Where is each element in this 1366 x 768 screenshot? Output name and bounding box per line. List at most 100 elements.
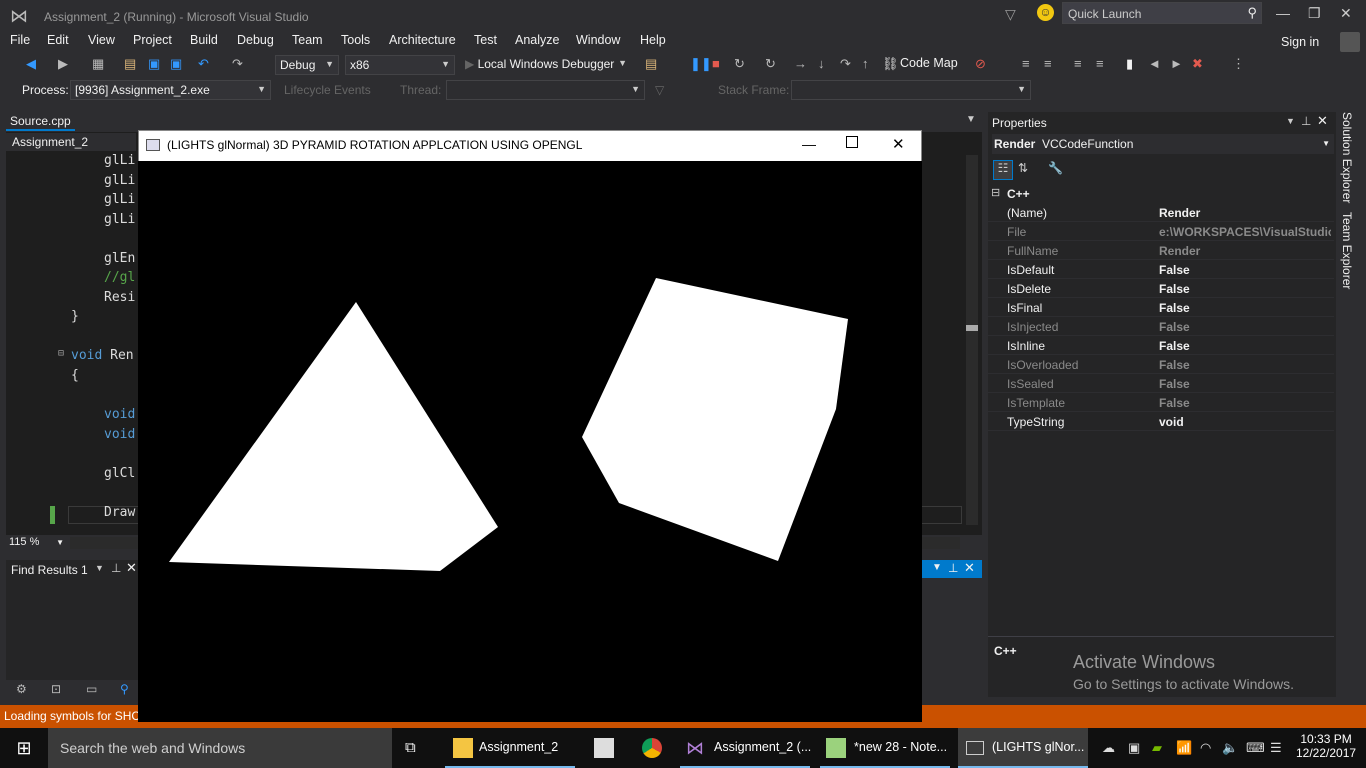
- pause-icon[interactable]: ❚❚: [690, 56, 712, 72]
- close-icon[interactable]: ✕: [1340, 5, 1352, 22]
- dropdown-icon[interactable]: ▼: [95, 563, 104, 573]
- sign-in-link[interactable]: Sign in: [1281, 35, 1319, 49]
- start-debugger-button[interactable]: ▶ Local Windows Debugger ▼: [461, 55, 631, 75]
- open-file-icon[interactable]: ▤: [124, 56, 136, 72]
- attach-icon[interactable]: ▤: [645, 56, 657, 72]
- step-out-icon[interactable]: ↑: [862, 56, 869, 71]
- exception-settings-icon[interactable]: ⊘: [975, 56, 986, 72]
- code-map-icon[interactable]: ⛓: [882, 56, 899, 72]
- menu-edit[interactable]: Edit: [47, 33, 69, 47]
- save-icon[interactable]: ▣: [148, 56, 160, 72]
- task-view-icon[interactable]: ⧉: [405, 739, 416, 756]
- solution-config-select[interactable]: Debug ▼: [275, 55, 339, 75]
- action-center-icon[interactable]: ☰: [1270, 740, 1282, 756]
- clock[interactable]: 10:33 PM 12/22/2017: [1296, 732, 1356, 760]
- property-row[interactable]: IsSealed False: [988, 374, 1334, 393]
- indent-icon[interactable]: ≡: [1074, 56, 1082, 71]
- menu-architecture[interactable]: Architecture: [389, 33, 456, 47]
- dropdown-icon[interactable]: ▼: [932, 562, 942, 573]
- refresh-icon[interactable]: ↻: [765, 56, 776, 72]
- collapse-icon[interactable]: ⊟: [58, 348, 64, 359]
- pin-icon[interactable]: ⊥: [948, 561, 958, 575]
- step-into-icon[interactable]: ↓: [818, 56, 825, 71]
- input-icon[interactable]: ⌨: [1246, 740, 1265, 756]
- feedback-filter-icon[interactable]: ▽: [1005, 6, 1016, 23]
- find-tab-icon[interactable]: ⚙: [16, 682, 27, 696]
- scrollbar-thumb[interactable]: [966, 325, 978, 331]
- property-row[interactable]: IsFinal False: [988, 298, 1334, 317]
- property-row[interactable]: File e:\WORKSPACES\VisualStudio1: [988, 222, 1334, 241]
- prev-bookmark-icon[interactable]: ◄: [1148, 56, 1161, 71]
- network-icon[interactable]: 📶: [1176, 740, 1192, 756]
- lifecycle-events-button[interactable]: Lifecycle Events: [284, 83, 371, 97]
- taskbar-item-explorer[interactable]: Assignment_2: [445, 728, 575, 768]
- bookmarks-tab-icon[interactable]: ⊡: [51, 682, 61, 696]
- property-row[interactable]: (Name) Render: [988, 203, 1334, 222]
- save-all-icon[interactable]: ▣: [170, 56, 182, 72]
- taskbar-item-visual-studio[interactable]: ⋈ Assignment_2 (...: [680, 728, 811, 768]
- uncomment-icon[interactable]: ≡: [1044, 56, 1052, 71]
- close-panel-icon[interactable]: ✕: [1317, 113, 1328, 129]
- project-navigation-bar[interactable]: Assignment_2: [6, 133, 136, 151]
- comment-icon[interactable]: ≡: [1022, 56, 1030, 71]
- redo-icon[interactable]: ↷: [232, 56, 243, 72]
- bookmark-icon[interactable]: ▮: [1126, 56, 1133, 72]
- clear-bookmarks-icon[interactable]: ✖: [1192, 56, 1203, 72]
- pin-icon[interactable]: ⊥: [111, 561, 121, 575]
- windows-start-icon[interactable]: ⊞: [0, 728, 48, 768]
- show-next-statement-icon[interactable]: →: [794, 56, 807, 71]
- wifi-icon[interactable]: ◠: [1200, 740, 1211, 756]
- property-row[interactable]: IsTemplate False: [988, 393, 1334, 412]
- categorized-icon[interactable]: ☷: [993, 160, 1013, 180]
- opengl-canvas[interactable]: [138, 161, 922, 722]
- pin-icon[interactable]: ⊥: [1301, 114, 1311, 128]
- stop-icon[interactable]: ■: [712, 56, 720, 71]
- restore-icon[interactable]: ❐: [1308, 5, 1321, 22]
- forward-icon[interactable]: ▶: [58, 56, 68, 72]
- gl-minimize-icon[interactable]: —: [802, 136, 816, 152]
- gl-close-icon[interactable]: ✕: [892, 135, 905, 153]
- back-icon[interactable]: ◀: [26, 56, 36, 72]
- menu-tools[interactable]: Tools: [341, 33, 370, 47]
- nvidia-icon[interactable]: ▰: [1152, 740, 1162, 756]
- chrome-icon[interactable]: [642, 738, 662, 758]
- property-row[interactable]: TypeString void: [988, 412, 1334, 431]
- object-select[interactable]: Render VCCodeFunction ▼: [992, 134, 1334, 154]
- menu-team[interactable]: Team: [292, 33, 323, 47]
- restart-icon[interactable]: ↻: [734, 56, 745, 72]
- menu-analyze[interactable]: Analyze: [515, 33, 559, 47]
- tab-dropdown-icon[interactable]: ▼: [966, 114, 976, 125]
- zoom-select[interactable]: 115 % ▼: [6, 535, 66, 551]
- onedrive-icon[interactable]: ☁: [1102, 740, 1115, 756]
- tab-source-cpp[interactable]: Source.cpp: [6, 113, 75, 131]
- menu-build[interactable]: Build: [190, 33, 218, 47]
- taskbar-item-notepad[interactable]: *new 28 - Note...: [820, 728, 950, 768]
- filter-icon[interactable]: ▽: [655, 83, 664, 97]
- platform-select[interactable]: x86 ▼: [345, 55, 455, 75]
- feedback-smiley-icon[interactable]: ☺: [1037, 4, 1054, 21]
- search-tab-icon[interactable]: ⚲: [120, 682, 129, 696]
- property-row[interactable]: FullName Render: [988, 241, 1334, 260]
- property-row[interactable]: IsDefault False: [988, 260, 1334, 279]
- menu-window[interactable]: Window: [576, 33, 620, 47]
- code-map-button[interactable]: Code Map: [900, 56, 958, 70]
- volume-icon[interactable]: 🔈: [1222, 740, 1238, 756]
- close-panel-icon[interactable]: ✕: [964, 560, 975, 576]
- property-row[interactable]: IsInline False: [988, 336, 1334, 355]
- process-select[interactable]: [9936] Assignment_2.exe ▼: [70, 80, 271, 100]
- stack-frame-select[interactable]: ▼: [791, 80, 1031, 100]
- outdent-icon[interactable]: ≡: [1096, 56, 1104, 71]
- dropdown-icon[interactable]: ▼: [1286, 116, 1295, 126]
- menu-project[interactable]: Project: [133, 33, 172, 47]
- menu-file[interactable]: File: [10, 33, 30, 47]
- next-bookmark-icon[interactable]: ►: [1170, 56, 1183, 71]
- step-over-icon[interactable]: ↷: [840, 56, 851, 72]
- menu-test[interactable]: Test: [474, 33, 497, 47]
- minimize-icon[interactable]: —: [1276, 5, 1290, 21]
- thread-select[interactable]: ▼: [446, 80, 645, 100]
- output-tab-icon[interactable]: ▭: [86, 682, 97, 696]
- menu-view[interactable]: View: [88, 33, 115, 47]
- account-icon[interactable]: [1340, 32, 1360, 52]
- tab-solution-explorer[interactable]: Solution Explorer: [1340, 112, 1354, 203]
- store-icon[interactable]: [594, 738, 614, 758]
